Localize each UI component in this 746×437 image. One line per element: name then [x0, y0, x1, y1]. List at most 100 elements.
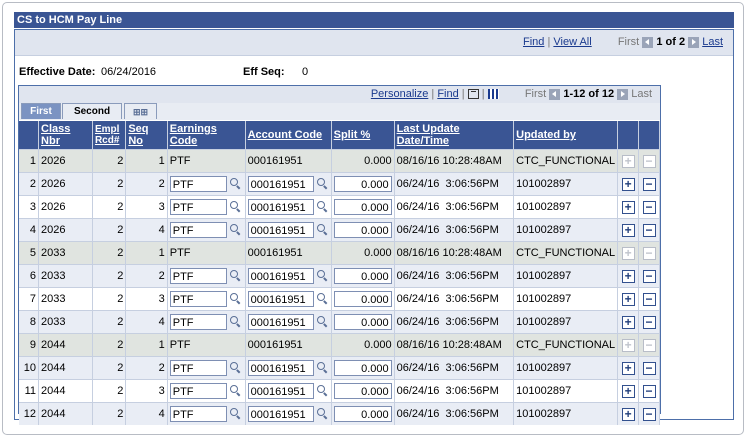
account-code-lookup-icon[interactable] — [316, 385, 329, 397]
column-header-class-nbr[interactable]: Class Nbr — [38, 121, 93, 150]
account-code-input[interactable]: 000161951 — [247, 268, 314, 284]
account-code-input[interactable]: 000161951 — [247, 291, 314, 307]
tab-first[interactable]: First — [21, 103, 61, 119]
delete-row-button[interactable]: − — [642, 315, 656, 329]
view-all-link[interactable]: View All — [553, 36, 591, 48]
split-input[interactable]: 0.000 — [333, 291, 392, 307]
add-row-button[interactable]: + — [621, 177, 635, 191]
class-nbr-value: 2026 — [41, 224, 66, 236]
account-code-lookup-icon[interactable] — [316, 178, 329, 190]
earnings-code-lookup-icon[interactable] — [229, 293, 242, 305]
column-header-empl-rcd[interactable]: Empl Rcd# — [92, 121, 127, 150]
earnings-code-input[interactable]: PTF — [169, 199, 227, 215]
earnings-code-input[interactable]: PTF — [169, 291, 227, 307]
earnings-code-lookup-icon[interactable] — [229, 362, 242, 374]
earnings-code-input[interactable]: PTF — [169, 268, 227, 284]
personalize-link[interactable]: Personalize — [371, 88, 428, 100]
last-update-value: 08/16/16 10:28:48AM — [396, 155, 502, 167]
column-header-account-code[interactable]: Account Code — [245, 121, 332, 150]
add-row-button[interactable]: + — [621, 200, 635, 214]
next-arrow-icon[interactable] — [688, 36, 700, 48]
show-all-columns-icon[interactable]: ⊞⊞ — [124, 103, 157, 119]
table-cell: + — [617, 149, 640, 173]
earnings-code-lookup-icon[interactable] — [229, 316, 242, 328]
split-input[interactable]: 0.000 — [333, 176, 392, 192]
account-code-input[interactable]: 000161951 — [247, 360, 314, 376]
column-header-earnings-code[interactable]: Earnings Code — [167, 121, 246, 150]
delete-row-button[interactable]: − — [642, 200, 656, 214]
split-input[interactable]: 0.000 — [333, 199, 392, 215]
split-value: 0.000 — [364, 155, 392, 167]
add-row-button[interactable]: + — [621, 292, 635, 306]
empl-rcd-value: 2 — [117, 362, 124, 374]
add-row-button[interactable]: + — [621, 407, 635, 421]
split-input[interactable]: 0.000 — [333, 268, 392, 284]
delete-row-button[interactable]: − — [642, 177, 656, 191]
add-row-button[interactable]: + — [621, 384, 635, 398]
earnings-code-input[interactable]: PTF — [169, 406, 227, 422]
view-all-icon[interactable] — [467, 89, 479, 100]
earnings-code-lookup-icon[interactable] — [229, 201, 242, 213]
account-code-lookup-icon[interactable] — [316, 316, 329, 328]
split-input[interactable]: 0.000 — [333, 383, 392, 399]
inner-previous-arrow-icon[interactable] — [549, 88, 561, 100]
account-code-input[interactable]: 000161951 — [247, 406, 314, 422]
split-input[interactable]: 0.000 — [333, 360, 392, 376]
inner-next-arrow-icon[interactable] — [617, 88, 629, 100]
table-cell: PTF — [167, 218, 246, 242]
delete-row-button[interactable]: − — [642, 269, 656, 283]
add-row-button[interactable]: + — [621, 223, 635, 237]
grid-tabs: First Second ⊞⊞ — [19, 103, 660, 120]
add-row-button: + — [621, 246, 635, 260]
tab-second[interactable]: Second — [62, 103, 122, 119]
earnings-code-lookup-icon[interactable] — [229, 270, 242, 282]
inner-find-link[interactable]: Find — [437, 88, 458, 100]
table-cell: PTF — [167, 241, 246, 265]
account-code-input[interactable]: 000161951 — [247, 199, 314, 215]
split-input[interactable]: 0.000 — [333, 406, 392, 422]
column-header-split[interactable]: Split % — [331, 121, 395, 150]
earnings-code-input[interactable]: PTF — [169, 360, 227, 376]
account-code-lookup-icon[interactable] — [316, 293, 329, 305]
account-code-lookup-icon[interactable] — [316, 224, 329, 236]
account-code-input[interactable]: 000161951 — [247, 176, 314, 192]
delete-row-button[interactable]: − — [642, 292, 656, 306]
account-code-input[interactable]: 000161951 — [247, 314, 314, 330]
earnings-code-input[interactable]: PTF — [169, 314, 227, 330]
table-row: 8 2033 2 4 PTF 000161951 0.000 06/24/16 3:06:56… — [19, 310, 660, 334]
account-code-input[interactable]: 000161951 — [247, 222, 314, 238]
account-code-lookup-icon[interactable] — [316, 362, 329, 374]
table-cell: PTF — [167, 356, 246, 380]
download-grid-icon[interactable] — [487, 89, 499, 100]
delete-row-button[interactable]: − — [642, 407, 656, 421]
table-row: 6 2033 2 2 PTF 000161951 0.000 06/24/16 3:06:56… — [19, 264, 660, 288]
account-code-input[interactable]: 000161951 — [247, 383, 314, 399]
earnings-code-input[interactable]: PTF — [169, 176, 227, 192]
outer-last-link[interactable]: Last — [702, 36, 723, 48]
column-header-seq-no[interactable]: Seq No — [125, 121, 168, 150]
earnings-code-lookup-icon[interactable] — [229, 178, 242, 190]
column-header-updated-by[interactable]: Updated by — [513, 121, 619, 150]
column-header-last-update[interactable]: Last Update Date/Time — [394, 121, 515, 150]
earnings-code-lookup-icon[interactable] — [229, 224, 242, 236]
split-input[interactable]: 0.000 — [333, 314, 392, 330]
updated-by-value: 101002897 — [516, 201, 572, 213]
earnings-code-input[interactable]: PTF — [169, 383, 227, 399]
add-row-button[interactable]: + — [621, 315, 635, 329]
account-code-lookup-icon[interactable] — [316, 408, 329, 420]
delete-row-button[interactable]: − — [642, 384, 656, 398]
delete-row-button[interactable]: − — [642, 361, 656, 375]
earnings-code-lookup-icon[interactable] — [229, 408, 242, 420]
account-code-lookup-icon[interactable] — [316, 201, 329, 213]
add-row-button[interactable]: + — [621, 361, 635, 375]
earnings-code-lookup-icon[interactable] — [229, 385, 242, 397]
page-title: CS to HCM Pay Line — [14, 12, 734, 28]
split-input[interactable]: 0.000 — [333, 222, 392, 238]
add-row-button[interactable]: + — [621, 269, 635, 283]
delete-row-button[interactable]: − — [642, 223, 656, 237]
outer-find-link[interactable]: Find — [523, 36, 544, 48]
earnings-code-input[interactable]: PTF — [169, 222, 227, 238]
table-cell: 101002897 — [513, 172, 619, 196]
previous-arrow-icon[interactable] — [642, 36, 654, 48]
account-code-lookup-icon[interactable] — [316, 270, 329, 282]
